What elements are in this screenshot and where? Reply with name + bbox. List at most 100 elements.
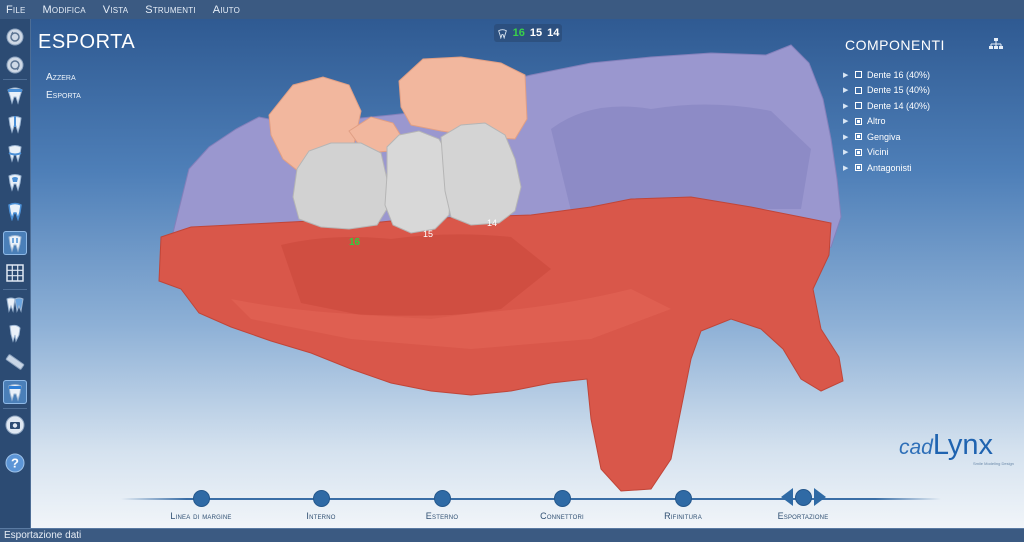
tooth-connector-icon: [8, 235, 22, 253]
action-links: Azzera Esporta: [46, 69, 81, 105]
workflow-step-margin-line[interactable]: Linea di margine: [141, 487, 261, 521]
component-row[interactable]: ▶ Dente 15 (40%): [843, 83, 930, 99]
reset-link[interactable]: Azzera: [46, 69, 81, 87]
expand-arrow-icon[interactable]: ▶: [843, 133, 852, 141]
tooth-section-icon: [8, 116, 22, 134]
component-label: Dente 16 (40%): [867, 69, 931, 80]
undo-icon: [6, 28, 24, 46]
component-label: Gengiva: [867, 131, 901, 142]
redo-icon: [6, 56, 24, 74]
component-checkbox[interactable]: [855, 148, 862, 156]
tool-tooth-export[interactable]: [3, 380, 27, 404]
tool-ruler[interactable]: [3, 350, 27, 374]
tooth-export-icon: [8, 384, 22, 402]
component-row[interactable]: ▶ Dente 14 (40%): [843, 98, 930, 114]
workflow-step-interior[interactable]: Interno: [261, 487, 381, 521]
tooth-outer-icon: [8, 202, 22, 221]
workflow-bar: Linea di margine Interno Esterno Connett…: [81, 487, 971, 527]
component-checkbox[interactable]: [855, 71, 862, 79]
workflow-step-exterior[interactable]: Esterno: [382, 487, 502, 521]
ruler-icon: [5, 354, 25, 370]
component-label: Dente 14 (40%): [867, 100, 931, 111]
redo-button[interactable]: [3, 53, 27, 77]
component-checkbox[interactable]: [855, 164, 862, 172]
step-dot[interactable]: [553, 490, 571, 507]
component-checkbox[interactable]: [855, 133, 862, 141]
step-dot[interactable]: [312, 490, 330, 507]
status-text: Esportazione dati: [4, 530, 82, 541]
menu-strumenti[interactable]: Strumenti: [145, 4, 195, 16]
workflow-step-export[interactable]: Esportazione: [743, 487, 863, 521]
crown-16[interactable]: [292, 142, 388, 230]
component-checkbox[interactable]: [855, 102, 862, 110]
expand-arrow-icon[interactable]: ▶: [843, 164, 852, 172]
previous-step-icon[interactable]: [780, 488, 793, 506]
next-step-icon[interactable]: [813, 488, 826, 506]
menu-bar: File Modifica Vista Strumenti Aiuto: [0, 0, 1024, 19]
tool-tooth-margin[interactable]: [3, 141, 27, 165]
component-label: Dente 15 (40%): [867, 85, 931, 96]
tool-tooth[interactable]: [3, 83, 27, 107]
step-dot[interactable]: [794, 488, 812, 506]
expand-arrow-icon[interactable]: ▶: [843, 102, 852, 110]
tooth-16-indicator[interactable]: 16: [513, 27, 525, 39]
menu-aiuto[interactable]: Aiuto: [213, 4, 240, 16]
tool-tooth-section[interactable]: [3, 112, 27, 136]
workflow-step-connectors[interactable]: Connettori: [502, 487, 622, 521]
component-row[interactable]: ▶ Dente 16 (40%): [843, 67, 930, 83]
menu-file[interactable]: File: [6, 4, 26, 16]
step-dot[interactable]: [192, 490, 210, 507]
workflow-step-finishing[interactable]: Rifinitura: [623, 487, 743, 521]
status-bar: Esportazione dati: [0, 528, 1024, 542]
cadlynx-logo: cad Lynx: [899, 429, 994, 461]
hierarchy-icon[interactable]: [989, 38, 1003, 50]
svg-text:?: ?: [11, 456, 19, 471]
grid-icon: [6, 264, 24, 282]
component-checkbox[interactable]: [855, 86, 862, 94]
tool-tooth-outer[interactable]: [3, 199, 27, 223]
tooth-pair-icon: [6, 297, 24, 313]
screenshot-button[interactable]: [3, 413, 27, 437]
tooth-inner-icon: [8, 174, 22, 192]
page-title: ESPORTA: [38, 31, 136, 53]
tooth-margin-icon: [8, 145, 22, 163]
menu-modifica[interactable]: Modifica: [43, 4, 86, 16]
step-dot[interactable]: [674, 490, 692, 507]
tool-tooth-pair[interactable]: [3, 292, 27, 316]
expand-arrow-icon[interactable]: ▶: [843, 117, 852, 125]
tool-tooth-inner[interactable]: [3, 170, 27, 194]
export-link[interactable]: Esporta: [46, 87, 81, 105]
help-icon: ?: [5, 453, 25, 473]
component-row[interactable]: ▶ Gengiva: [843, 129, 930, 145]
tooth-14-indicator[interactable]: 14: [547, 27, 559, 39]
tooth-side-icon: [9, 324, 21, 343]
undo-button[interactable]: [3, 25, 27, 49]
tool-grid[interactable]: [3, 261, 27, 285]
logo-subtitle: Smile Modeling Design: [973, 461, 1014, 466]
3d-viewport[interactable]: 16 15 14 ESPORTA Azzera Esporta 16 15 14…: [31, 19, 1024, 528]
tooth-indicator[interactable]: 16 15 14: [494, 24, 562, 42]
scene-label-15: 15: [423, 229, 433, 239]
components-title: COMPONENTI: [845, 37, 945, 53]
tooth-15-indicator[interactable]: 15: [530, 27, 542, 39]
component-row[interactable]: ▶ Altro: [843, 114, 930, 130]
menu-vista[interactable]: Vista: [103, 4, 129, 16]
scene-label-14: 14: [487, 218, 497, 228]
component-label: Vicini: [867, 147, 889, 158]
component-row[interactable]: ▶ Vicini: [843, 145, 930, 161]
help-button[interactable]: ?: [3, 451, 27, 475]
tool-tooth-side[interactable]: [3, 321, 27, 345]
expand-arrow-icon[interactable]: ▶: [843, 71, 852, 79]
components-list: ▶ Dente 16 (40%) ▶ Dente 15 (40%) ▶ Dente 1…: [843, 67, 930, 176]
expand-arrow-icon[interactable]: ▶: [843, 86, 852, 94]
scene-label-16: 16: [349, 237, 361, 248]
crown-15[interactable]: [384, 130, 452, 234]
component-row[interactable]: ▶ Antagonisti: [843, 160, 930, 176]
component-checkbox[interactable]: [855, 117, 862, 125]
camera-icon: [5, 415, 25, 435]
step-dot[interactable]: [433, 490, 451, 507]
tool-tooth-connector[interactable]: [3, 231, 27, 255]
left-toolbar: ?: [0, 19, 31, 528]
tooth-icon: [7, 87, 23, 105]
expand-arrow-icon[interactable]: ▶: [843, 148, 852, 156]
